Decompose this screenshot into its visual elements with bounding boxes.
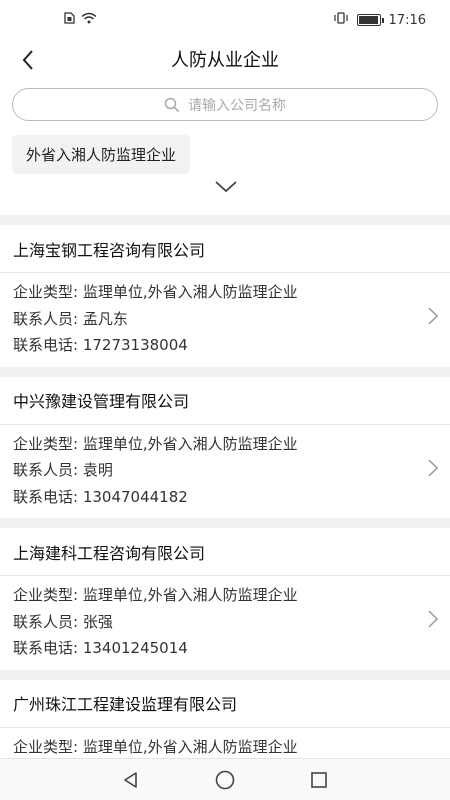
chevron-down-icon <box>215 181 237 193</box>
company-phone: 联系电话: 13047044182 <box>13 487 188 506</box>
status-time: 17:16 <box>388 12 426 28</box>
chevron-right-icon <box>428 307 439 325</box>
company-card[interactable]: 中兴豫建设管理有限公司 企业类型: 监理单位,外省入湘人防监理企业 联系人员: … <box>0 376 450 519</box>
search-icon <box>164 97 180 112</box>
system-back-button[interactable] <box>119 768 143 792</box>
battery-fill <box>358 16 379 24</box>
company-card[interactable]: 上海建科工程咨询有限公司 企业类型: 监理单位,外省入湘人防监理企业 联系人员:… <box>0 528 450 670</box>
page-title: 人防从业企业 <box>171 50 279 71</box>
company-contact: 联系人员: 张强 <box>13 612 113 631</box>
filter-chip[interactable]: 外省入湘人防监理企业 <box>12 135 191 174</box>
vibrate-icon <box>333 12 349 28</box>
status-left <box>64 12 97 28</box>
company-name: 上海建科工程咨询有限公司 <box>0 528 450 576</box>
circle-home-icon <box>215 770 235 789</box>
company-phone: 联系电话: 17273138004 <box>13 336 188 354</box>
company-card[interactable]: 广州珠江工程建设监理有限公司 企业类型: 监理单位,外省入湘人防监理企业 <box>0 679 450 768</box>
search-placeholder: 请输入公司名称 <box>188 97 286 114</box>
company-name: 广州珠江工程建设监理有限公司 <box>0 680 450 728</box>
expand-filter-button[interactable] <box>213 179 239 195</box>
company-contact: 联系人员: 袁明 <box>13 461 113 479</box>
status-right: 17:16 <box>333 12 426 28</box>
triangle-back-icon <box>124 771 137 788</box>
company-type: 企业类型: 监理单位,外省入湘人防监理企业 <box>13 434 298 453</box>
system-home-button[interactable] <box>213 768 237 792</box>
battery-icon <box>356 14 384 26</box>
company-name: 中兴豫建设管理有限公司 <box>0 377 450 425</box>
company-details: 企业类型: 监理单位,外省入湘人防监理企业 联系人员: 张强 联系电话: 134… <box>0 576 450 670</box>
company-card[interactable]: 上海宝钢工程咨询有限公司 企业类型: 监理单位,外省入湘人防监理企业 联系人员:… <box>0 225 450 367</box>
wifi-icon <box>81 12 97 28</box>
company-contact: 联系人员: 孟凡东 <box>13 309 128 328</box>
company-type: 企业类型: 监理单位,外省入湘人防监理企业 <box>13 283 298 301</box>
search-section: 请输入公司名称 <box>0 80 450 127</box>
company-list: 上海宝钢工程咨询有限公司 企业类型: 监理单位,外省入湘人防监理企业 联系人员:… <box>0 215 450 768</box>
chevron-right-icon <box>428 458 439 477</box>
company-type: 企业类型: 监理单位,外省入湘人防监理企业 <box>13 586 298 604</box>
company-details: 企业类型: 监理单位,外省入湘人防监理企业 联系人员: 袁明 联系电话: 130… <box>0 425 450 519</box>
system-recents-button[interactable] <box>307 768 331 792</box>
search-input[interactable]: 请输入公司名称 <box>12 88 438 121</box>
chevron-right-icon <box>428 610 439 628</box>
square-recents-icon <box>311 771 327 788</box>
company-type: 企业类型: 监理单位,外省入湘人防监理企业 <box>13 737 298 756</box>
company-name: 上海宝钢工程咨询有限公司 <box>0 225 450 273</box>
company-phone: 联系电话: 13401245014 <box>13 639 188 657</box>
nav-bar: 人防从业企业 <box>0 40 450 80</box>
system-nav-bar <box>0 758 450 800</box>
sim-icon <box>64 12 75 28</box>
filter-area: 外省入湘人防监理企业 <box>0 127 450 215</box>
status-bar: 17:16 <box>0 0 450 40</box>
company-details: 企业类型: 监理单位,外省入湘人防监理企业 联系人员: 孟凡东 联系电话: 17… <box>0 273 450 367</box>
